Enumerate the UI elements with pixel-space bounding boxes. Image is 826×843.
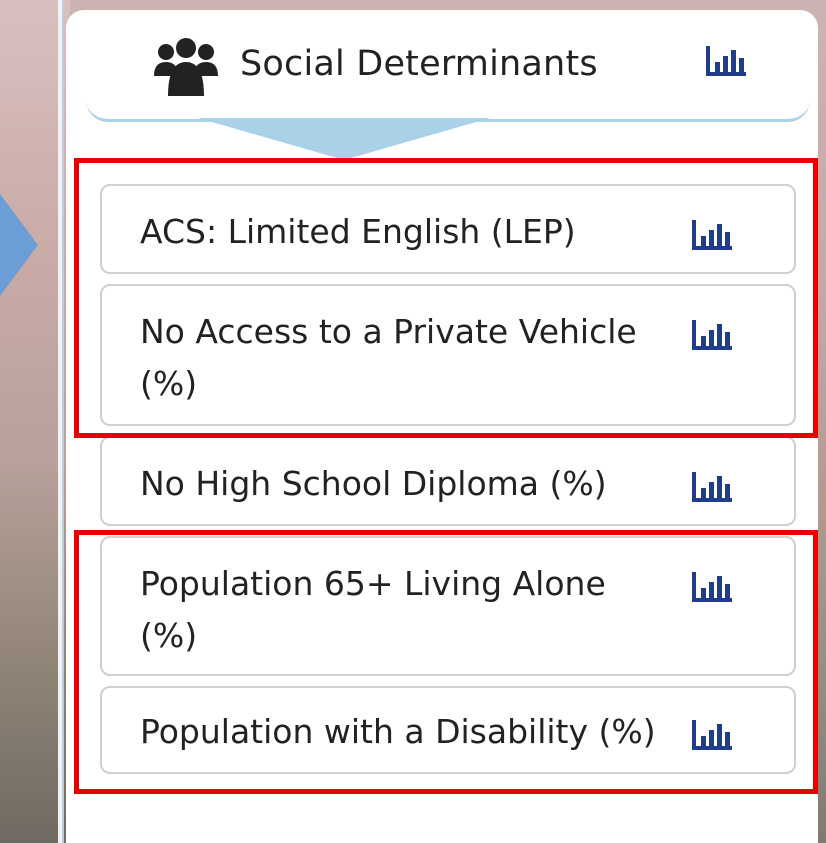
arrow-pointer-icon bbox=[0, 194, 38, 296]
panel-title: Social Determinants bbox=[240, 44, 598, 84]
bar-chart-icon[interactable] bbox=[690, 468, 734, 506]
sidebar-rail bbox=[58, 0, 64, 843]
people-group-icon bbox=[154, 38, 218, 96]
bar-chart-icon[interactable] bbox=[704, 42, 748, 80]
list-item[interactable]: No High School Diploma (%) bbox=[100, 436, 796, 526]
highlight-box bbox=[74, 530, 818, 794]
highlight-box bbox=[74, 158, 818, 438]
item-label: No High School Diploma (%) bbox=[140, 464, 607, 503]
header-pointer bbox=[198, 118, 490, 160]
